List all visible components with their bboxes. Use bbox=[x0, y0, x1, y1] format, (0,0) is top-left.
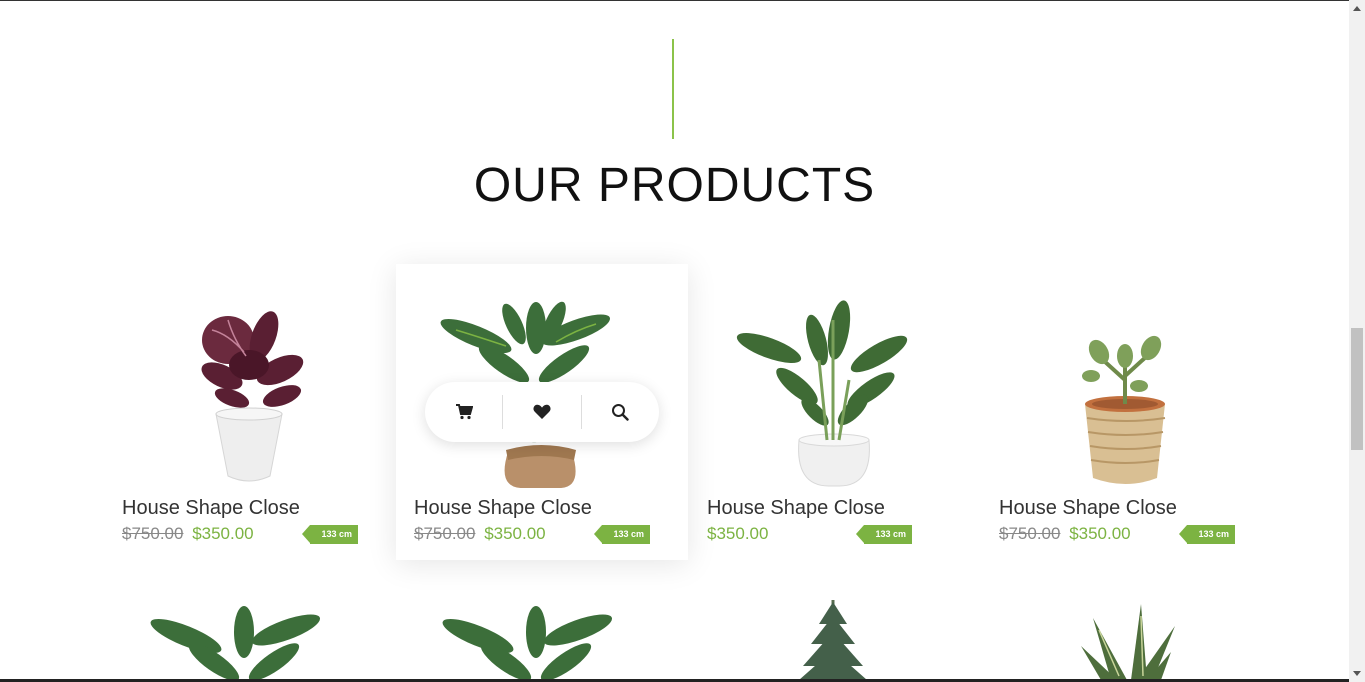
old-price: $750.00 bbox=[122, 524, 184, 543]
search-icon bbox=[612, 404, 630, 421]
section-divider-line bbox=[672, 39, 674, 139]
product-name[interactable]: House Shape Close bbox=[122, 497, 300, 520]
product-card[interactable]: House Shape Close $350.00 133 cm bbox=[689, 264, 981, 560]
new-price: $350.00 bbox=[484, 524, 546, 543]
new-price: $350.00 bbox=[707, 524, 769, 543]
size-tag: 133 cm bbox=[594, 525, 650, 544]
product-image[interactable] bbox=[689, 596, 981, 680]
price-row: $350.00 bbox=[707, 524, 768, 544]
product-name[interactable]: House Shape Close bbox=[707, 497, 885, 520]
product-name[interactable]: House Shape Close bbox=[414, 497, 592, 520]
product-image[interactable] bbox=[104, 596, 396, 680]
quick-view-button[interactable] bbox=[582, 382, 659, 442]
price-row: $750.00 $350.00 bbox=[414, 524, 546, 544]
top-border bbox=[0, 0, 1349, 1]
size-tag: 133 cm bbox=[856, 525, 912, 544]
product-card[interactable]: House Shape Close $750.00 $350.00 133 cm bbox=[981, 264, 1273, 560]
old-price: $750.00 bbox=[999, 524, 1061, 543]
heart-icon bbox=[533, 404, 551, 419]
section-title: OUR PRODUCTS bbox=[473, 159, 876, 212]
cart-icon bbox=[455, 404, 473, 420]
product-image[interactable] bbox=[981, 596, 1273, 680]
price-row: $750.00 $350.00 bbox=[999, 524, 1131, 544]
product-image[interactable] bbox=[396, 596, 688, 680]
scroll-up-arrow-icon[interactable] bbox=[1353, 6, 1361, 11]
new-price: $350.00 bbox=[192, 524, 254, 543]
product-card[interactable]: House Shape Close $750.00 $350.00 133 cm bbox=[396, 264, 688, 560]
new-price: $350.00 bbox=[1069, 524, 1131, 543]
scroll-down-arrow-icon[interactable] bbox=[1353, 671, 1361, 676]
wishlist-button[interactable] bbox=[503, 382, 580, 442]
product-image[interactable] bbox=[981, 300, 1273, 488]
size-tag: 133 cm bbox=[302, 525, 358, 544]
product-card[interactable]: House Shape Close $750.00 $350.00 133 cm bbox=[104, 264, 396, 560]
size-tag: 133 cm bbox=[1179, 525, 1235, 544]
add-to-cart-button[interactable] bbox=[425, 382, 502, 442]
price-row: $750.00 $350.00 bbox=[122, 524, 254, 544]
product-image[interactable] bbox=[104, 300, 396, 488]
old-price: $750.00 bbox=[414, 524, 476, 543]
product-name[interactable]: House Shape Close bbox=[999, 497, 1177, 520]
product-image[interactable] bbox=[689, 300, 981, 488]
scrollbar-thumb[interactable] bbox=[1351, 328, 1363, 450]
vertical-scrollbar[interactable] bbox=[1349, 0, 1365, 682]
product-actions bbox=[425, 382, 659, 442]
